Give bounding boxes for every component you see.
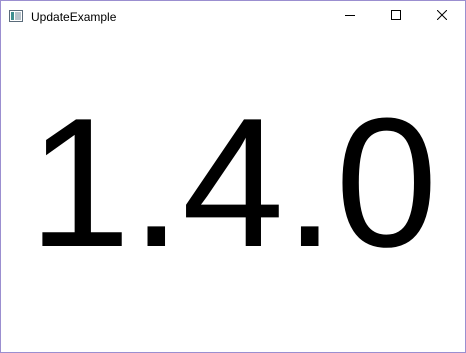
title-bar[interactable]: UpdateExample — [1, 1, 465, 31]
app-window: UpdateExample 1.4.0 — [0, 0, 466, 353]
app-window-icon[interactable] — [9, 9, 23, 22]
close-button[interactable] — [419, 1, 465, 31]
window-content: 1.4.0 — [1, 31, 465, 352]
close-icon — [436, 7, 448, 25]
maximize-button[interactable] — [373, 1, 419, 31]
minimize-icon — [345, 7, 355, 25]
maximize-icon — [391, 7, 401, 25]
minimize-button[interactable] — [327, 1, 373, 31]
window-title: UpdateExample — [31, 10, 117, 24]
version-label: 1.4.0 — [28, 79, 438, 285]
